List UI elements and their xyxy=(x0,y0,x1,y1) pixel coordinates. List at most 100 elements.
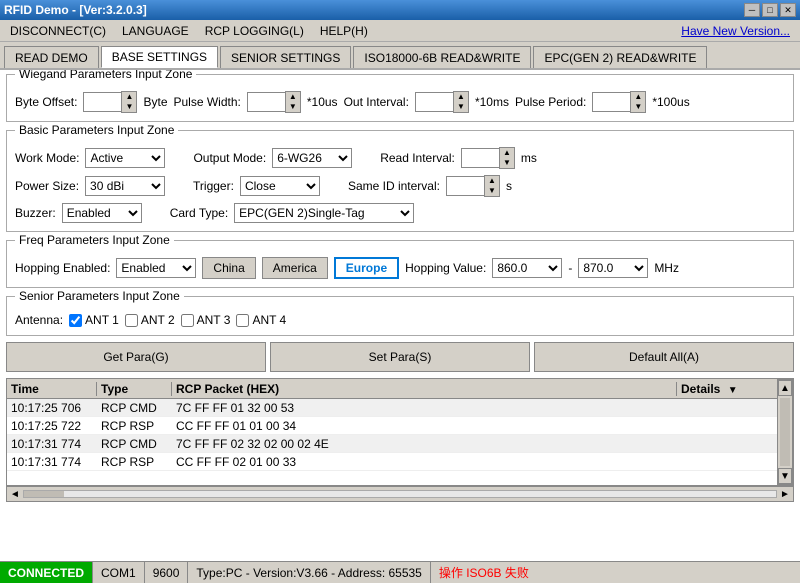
scroll-thumb[interactable] xyxy=(780,398,790,466)
antenna-row: Antenna: ANT 1 ANT 2 ANT 3 ANT 4 xyxy=(15,313,785,327)
log-row: 10:17:31 774 RCP RSP CC FF FF 02 01 00 3… xyxy=(7,453,777,471)
ant1-item: ANT 1 xyxy=(69,313,119,327)
pulse-period-unit: *100us xyxy=(652,95,689,109)
close-button[interactable]: ✕ xyxy=(780,3,796,17)
cell-packet-3: CC FF FF 02 01 00 33 xyxy=(172,455,677,469)
menu-rcp-logging[interactable]: RCP LOGGING(L) xyxy=(197,21,312,41)
col-type: Type xyxy=(97,382,172,396)
ant3-item: ANT 3 xyxy=(181,313,231,327)
america-button[interactable]: America xyxy=(262,257,328,279)
pulse-width-up[interactable]: ▲ xyxy=(286,92,300,102)
senior-params-zone: Senior Parameters Input Zone Antenna: AN… xyxy=(6,296,794,336)
read-interval-up[interactable]: ▲ xyxy=(500,148,514,158)
card-type-select[interactable]: EPC(GEN 2)Single-Tag EPC(GEN 2)Multi-Tag… xyxy=(234,203,414,223)
pulse-width-input[interactable]: 10 xyxy=(247,92,285,112)
hopping-enabled-select[interactable]: Enabled Disabled xyxy=(116,258,196,278)
freq-params-zone-title: Freq Parameters Input Zone xyxy=(15,233,174,247)
pulse-period-spinner: 15 ▲ ▼ xyxy=(592,91,646,113)
have-new-version-link[interactable]: Have New Version... xyxy=(681,24,798,38)
ant2-checkbox[interactable] xyxy=(125,314,138,327)
h-scroll-thumb[interactable] xyxy=(24,491,64,497)
scroll-down-button[interactable]: ▼ xyxy=(778,468,792,484)
byte-offset-input[interactable]: 0 xyxy=(83,92,121,112)
cell-time-2: 10:17:31 774 xyxy=(7,437,97,451)
power-size-label: Power Size: xyxy=(15,179,79,193)
same-id-unit: s xyxy=(506,179,512,193)
h-scroll-right-button[interactable]: ► xyxy=(777,486,793,502)
app-window: RFID Demo - [Ver:3.2.0.3] ─ □ ✕ DISCONNE… xyxy=(0,0,800,583)
menu-help[interactable]: HELP(H) xyxy=(312,21,376,41)
h-scroll-track xyxy=(23,490,777,498)
cell-type-1: RCP RSP xyxy=(97,419,172,433)
h-scroll-left-button[interactable]: ◄ xyxy=(7,486,23,502)
scroll-up-button[interactable]: ▲ xyxy=(778,380,792,396)
menu-disconnect[interactable]: DISCONNECT(C) xyxy=(2,21,114,41)
out-interval-up[interactable]: ▲ xyxy=(454,92,468,102)
col-packet: RCP Packet (HEX) xyxy=(172,382,677,396)
ant4-checkbox[interactable] xyxy=(236,314,249,327)
china-button[interactable]: China xyxy=(202,257,255,279)
buzzer-label: Buzzer: xyxy=(15,206,56,220)
hopping-value-dash: - xyxy=(568,261,572,275)
ant3-checkbox[interactable] xyxy=(181,314,194,327)
wiegand-zone-title: Wiegand Parameters Input Zone xyxy=(15,70,196,81)
output-mode-select[interactable]: 6-WG26 6-WG34 RS232 xyxy=(272,148,352,168)
byte-offset-down[interactable]: ▼ xyxy=(122,102,136,112)
sort-icon[interactable]: ▼ xyxy=(724,385,742,396)
tab-epc-gen2[interactable]: EPC(GEN 2) READ&WRITE xyxy=(533,46,707,68)
get-para-button[interactable]: Get Para(G) xyxy=(6,342,266,372)
byte-offset-up[interactable]: ▲ xyxy=(122,92,136,102)
minimize-button[interactable]: ─ xyxy=(744,3,760,17)
work-mode-select[interactable]: Active Trigger xyxy=(85,148,165,168)
tab-iso18000[interactable]: ISO18000-6B READ&WRITE xyxy=(353,46,531,68)
antenna-label: Antenna: xyxy=(15,313,63,327)
tab-read-demo[interactable]: READ DEMO xyxy=(4,46,99,68)
maximize-button[interactable]: □ xyxy=(762,3,778,17)
tab-base-settings[interactable]: BASE SETTINGS xyxy=(101,46,218,68)
byte-offset-label: Byte Offset: xyxy=(15,95,77,109)
ant4-label: ANT 4 xyxy=(252,313,286,327)
default-all-button[interactable]: Default All(A) xyxy=(534,342,794,372)
ant1-label: ANT 1 xyxy=(85,313,119,327)
trigger-select[interactable]: Close Open xyxy=(240,176,320,196)
freq-form-row: Hopping Enabled: Enabled Disabled China … xyxy=(15,257,785,279)
same-id-up[interactable]: ▲ xyxy=(485,176,499,186)
out-interval-label: Out Interval: xyxy=(344,95,409,109)
hopping-value-to-select[interactable]: 870.0 860.0 xyxy=(578,258,648,278)
cell-type-3: RCP RSP xyxy=(97,455,172,469)
buzzer-select[interactable]: Enabled Disabled xyxy=(62,203,142,223)
ant1-checkbox[interactable] xyxy=(69,314,82,327)
pulse-width-down[interactable]: ▼ xyxy=(286,102,300,112)
pulse-period-input[interactable]: 15 xyxy=(592,92,630,112)
ant2-label: ANT 2 xyxy=(141,313,175,327)
read-interval-down[interactable]: ▼ xyxy=(500,158,514,168)
pulse-period-label: Pulse Period: xyxy=(515,95,586,109)
cell-time-0: 10:17:25 706 xyxy=(7,401,97,415)
cell-packet-2: 7C FF FF 02 32 02 00 02 4E xyxy=(172,437,677,451)
power-size-select[interactable]: 30 dBi 27 dBi 24 dBi xyxy=(85,176,165,196)
log-scrollbar: ▲ ▼ xyxy=(777,379,793,485)
same-id-down[interactable]: ▼ xyxy=(485,186,499,196)
byte-offset-spinner: 0 ▲ ▼ xyxy=(83,91,137,113)
bottom-buttons-bar: Get Para(G) Set Para(S) Default All(A) xyxy=(6,342,794,372)
pulse-period-down[interactable]: ▼ xyxy=(631,102,645,112)
menu-language[interactable]: LANGUAGE xyxy=(114,21,197,41)
set-para-button[interactable]: Set Para(S) xyxy=(270,342,530,372)
basic-row2: Power Size: 30 dBi 27 dBi 24 dBi Trigger… xyxy=(15,175,785,197)
log-row: 10:17:31 774 RCP CMD 7C FF FF 02 32 02 0… xyxy=(7,435,777,453)
hopping-value-from-select[interactable]: 860.0 840.0 xyxy=(492,258,562,278)
tab-senior-settings[interactable]: SENIOR SETTINGS xyxy=(220,46,351,68)
col-details: Details ▼ xyxy=(677,382,777,396)
pulse-width-spinner: 10 ▲ ▼ xyxy=(247,91,301,113)
ant4-item: ANT 4 xyxy=(236,313,286,327)
pulse-period-up[interactable]: ▲ xyxy=(631,92,645,102)
same-id-interval-input[interactable]: 1 xyxy=(446,176,484,196)
hopping-enabled-label: Hopping Enabled: xyxy=(15,261,110,275)
cell-time-1: 10:17:25 722 xyxy=(7,419,97,433)
out-interval-input[interactable]: 30 xyxy=(415,92,453,112)
read-interval-input[interactable]: 10 xyxy=(461,148,499,168)
europe-button[interactable]: Europe xyxy=(334,257,399,279)
status-error: 操作 ISO6B 失败 xyxy=(431,562,537,583)
same-id-interval-label: Same ID interval: xyxy=(348,179,440,193)
out-interval-down[interactable]: ▼ xyxy=(454,102,468,112)
